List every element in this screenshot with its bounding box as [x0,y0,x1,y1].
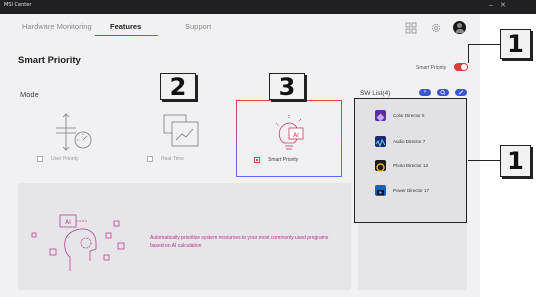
page-title: Smart Priority [18,55,81,66]
ai-description-text: Automatically prioritize system resource… [150,235,329,249]
user-priority-checkbox[interactable] [37,156,43,162]
tab-hardware-monitoring[interactable]: Hardware Monitoring [22,22,92,31]
ai-description-panel: AI Automatically prioritize system resou… [18,183,351,290]
sw-edit-button[interactable] [455,89,467,96]
minimize-button[interactable]: – [489,2,493,10]
sw-item-label: Photo Director 13 [393,163,429,168]
title-bar: MSI Center – ✕ [0,0,536,14]
callout-1-toggle: 1 [500,29,531,59]
photo-director-icon [375,160,386,172]
close-button[interactable]: ✕ [500,2,506,10]
real-time-label: Real-Time [161,156,184,162]
callout-3: 3 [269,73,305,100]
power-director-icon [375,185,386,196]
callout-connector [468,44,469,63]
sw-list-panel: Color Director 5 Audio Director 7 Photo … [354,98,467,223]
mode-card-smart-priority[interactable]: AI Smart Priority [236,100,342,177]
ai-bulb-icon: AI [275,115,304,150]
smart-priority-toggle[interactable] [454,63,468,71]
avatar-icon[interactable] [453,21,466,34]
callout-connector [468,160,480,161]
ai-brain-icon: AI [31,214,125,271]
svg-text:AI: AI [293,132,299,139]
callout-2: 2 [160,73,196,100]
tab-support[interactable]: Support [185,22,211,31]
sw-list-title: SW List(4) [360,90,391,97]
callout-connector [480,160,500,161]
smart-priority-label: Smart Priority [268,157,299,163]
mode-label: Mode [20,90,39,99]
active-tab-indicator [95,35,158,36]
real-time-checkbox[interactable] [147,156,153,162]
sw-add-button[interactable]: + [419,89,431,96]
app-title: MSI Center [4,2,32,8]
sliders-gauge-icon [56,113,92,151]
mode-card-user-priority[interactable]: User Priority [20,100,126,177]
audio-director-icon [375,136,386,148]
svg-text:AI: AI [65,219,71,226]
sw-search-button[interactable] [437,89,449,96]
color-director-icon [375,110,386,122]
sw-item-label: Audio Director 7 [393,139,426,144]
mode-card-real-time[interactable]: Real-Time [130,100,236,177]
sw-item-label: Power Director 17 [393,188,430,193]
callout-1-sw-list: 1 [500,145,531,177]
smart-priority-checkbox[interactable] [254,157,260,163]
user-priority-label: User Priority [51,156,79,162]
grid-icon[interactable] [405,22,417,34]
windows-chart-icon [163,114,199,147]
gear-icon[interactable] [430,22,442,34]
side-panel [358,223,467,290]
tab-features[interactable]: Features [110,22,141,31]
sw-item-label: Color Director 5 [393,113,425,118]
callout-connector [468,44,500,45]
smart-priority-toggle-label: Smart Priority [416,65,447,71]
